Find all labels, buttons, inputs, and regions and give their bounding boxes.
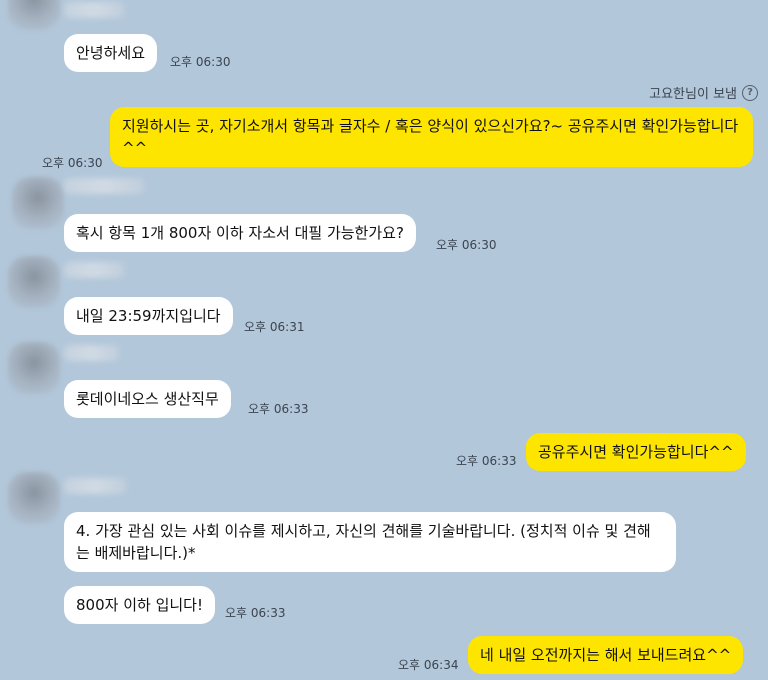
sender-name [64, 178, 144, 194]
message-text: 800자 이하 입니다! [76, 596, 203, 614]
question-circle-icon[interactable]: ? [742, 84, 758, 101]
message-time: 오후 06:34 [398, 658, 459, 672]
sender-name [64, 2, 124, 18]
incoming-message[interactable]: 4. 가장 관심 있는 사회 이슈를 제시하고, 자신의 견해를 기술바랍니다.… [64, 512, 676, 572]
sent-status-label: 고요한님이 보냄 [649, 87, 737, 102]
sender-name [64, 345, 119, 361]
incoming-message[interactable]: 안녕하세요 [64, 34, 158, 72]
incoming-message[interactable]: 혹시 항목 1개 800자 이하 자소서 대필 가능한가요? [64, 214, 416, 252]
message-text: 안녕하세요 [76, 44, 146, 62]
sender-name [64, 262, 124, 278]
message-text: 혹시 항목 1개 800자 이하 자소서 대필 가능한가요? [76, 224, 404, 242]
message-text: 4. 가장 관심 있는 사회 이슈를 제시하고, 자신의 견해를 기술바랍니다.… [76, 522, 651, 562]
message-time: 오후 06:33 [456, 454, 517, 468]
incoming-message[interactable]: 800자 이하 입니다! [64, 586, 215, 624]
sender-avatar[interactable] [8, 472, 60, 524]
message-text: 내일 23:59까지입니다 [76, 307, 221, 325]
message-text: 롯데이네오스 생산직무 [76, 390, 219, 408]
outgoing-message[interactable]: 지원하시는 곳, 자기소개서 항목과 글자수 / 혹은 양식이 있으신가요?~ … [110, 107, 753, 167]
sent-status: 고요한님이 보냄 ? [649, 83, 758, 102]
incoming-message[interactable]: 내일 23:59까지입니다 [64, 297, 233, 335]
sender-name [64, 478, 126, 494]
sender-avatar[interactable] [8, 256, 60, 308]
message-text: 네 내일 오전까지는 해서 보내드려요^^ [480, 646, 732, 664]
outgoing-message[interactable]: 네 내일 오전까지는 해서 보내드려요^^ [468, 636, 744, 674]
message-text: 공유주시면 확인가능합니다^^ [538, 443, 734, 461]
message-time: 오후 06:30 [170, 55, 231, 69]
sender-avatar[interactable] [8, 0, 60, 30]
sender-avatar[interactable] [8, 342, 60, 394]
incoming-message[interactable]: 롯데이네오스 생산직무 [64, 380, 231, 418]
message-text: 지원하시는 곳, 자기소개서 항목과 글자수 / 혹은 양식이 있으신가요?~ … [122, 117, 739, 157]
sender-avatar[interactable] [12, 177, 64, 229]
message-time: 오후 06:33 [225, 606, 286, 620]
outgoing-message[interactable]: 공유주시면 확인가능합니다^^ [526, 433, 746, 471]
message-time: 오후 06:30 [436, 238, 497, 252]
message-time: 오후 06:33 [248, 402, 309, 416]
message-time: 오후 06:30 [42, 156, 103, 170]
message-time: 오후 06:31 [244, 320, 305, 334]
